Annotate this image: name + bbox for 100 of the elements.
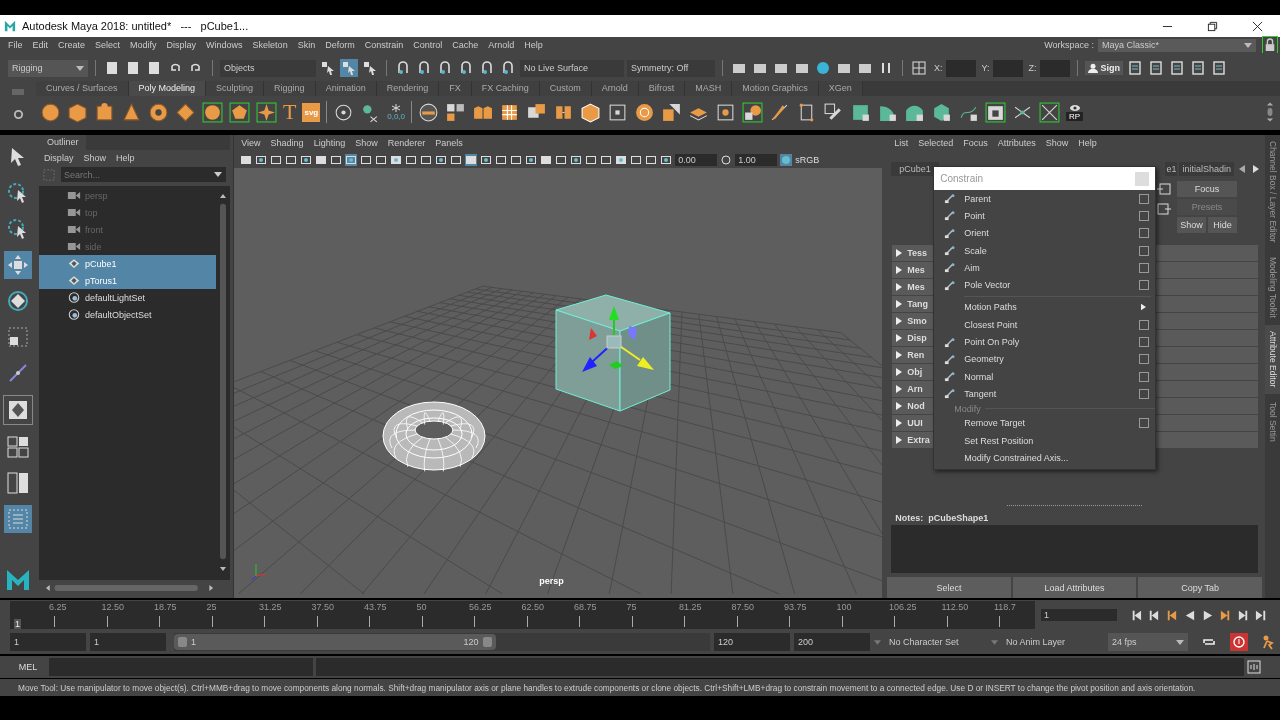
move-manipulator[interactable] bbox=[582, 306, 655, 372]
menu-item[interactable]: Show bbox=[350, 138, 383, 148]
outliner-layout-icon[interactable] bbox=[3, 505, 32, 533]
sphere-icon[interactable] bbox=[40, 101, 61, 123]
menu-item[interactable]: Modify Constrained Axis... bbox=[934, 449, 1156, 467]
option-box[interactable] bbox=[1139, 388, 1150, 399]
star-icon[interactable] bbox=[256, 101, 277, 123]
step-forward-key-icon[interactable] bbox=[1237, 608, 1250, 622]
search-field[interactable]: Search... bbox=[60, 167, 211, 182]
menu-item[interactable]: Display bbox=[38, 152, 79, 163]
playback-end-field[interactable]: 120 bbox=[714, 633, 790, 651]
end-time-field[interactable]: 200 bbox=[794, 633, 870, 651]
option-box[interactable] bbox=[1139, 210, 1150, 221]
command-language-label[interactable]: MEL bbox=[10, 662, 46, 672]
step-back-key-icon[interactable] bbox=[1147, 608, 1160, 622]
menu-item[interactable]: Tangent bbox=[934, 385, 1156, 403]
disc-icon[interactable] bbox=[202, 101, 223, 123]
menu-item[interactable]: Remove Target bbox=[934, 414, 1156, 432]
current-frame-marker[interactable]: 1 bbox=[14, 619, 21, 629]
tab-right-arrow-icon[interactable] bbox=[1253, 165, 1259, 173]
menu-item[interactable]: Point bbox=[934, 207, 1156, 225]
cross-icon[interactable] bbox=[1039, 101, 1061, 123]
outliner-item[interactable]: pTorus1 bbox=[38, 272, 217, 289]
option-box[interactable] bbox=[1139, 319, 1150, 330]
menu-item[interactable]: Aim bbox=[934, 259, 1156, 277]
shelf-tab[interactable]: Rendering bbox=[376, 81, 440, 96]
pattern-icon[interactable] bbox=[985, 101, 1007, 123]
menu-item[interactable]: Help bbox=[519, 40, 548, 50]
panel-button[interactable]: Hide bbox=[1208, 217, 1237, 233]
wheel-icon[interactable] bbox=[634, 101, 656, 123]
menu-item[interactable]: Motion Paths bbox=[934, 298, 1156, 317]
option-box[interactable] bbox=[1139, 262, 1150, 273]
symmetry-dropdown[interactable]: Symmetry: Off bbox=[627, 59, 715, 77]
time-slider[interactable]: 1 6.25 12.50 18.75 25 31.25 37.50 43.75 50 56.25 62.50 68.75 75 81.25 87.50 93.75 100 106.25 112.50 118.7 bbox=[10, 601, 1035, 629]
menu-item[interactable]: Focus bbox=[958, 138, 993, 148]
menu-item[interactable]: Closest Point bbox=[934, 316, 1156, 334]
selection-mode-dropdown[interactable]: Objects bbox=[220, 59, 316, 77]
gamma-icon[interactable] bbox=[720, 153, 733, 166]
auto-key-icon[interactable] bbox=[1230, 633, 1248, 651]
exposure-field[interactable]: 0.00 bbox=[675, 153, 718, 166]
shelf-tab[interactable]: Motion Graphics bbox=[732, 81, 819, 96]
option-box[interactable] bbox=[1139, 193, 1150, 204]
node-tab[interactable]: initialShadin bbox=[1179, 162, 1234, 176]
menu-item[interactable]: Control bbox=[408, 40, 448, 50]
bevel-icon[interactable] bbox=[661, 101, 683, 123]
color-management-icon[interactable] bbox=[780, 153, 793, 166]
menu-item[interactable]: Create bbox=[53, 40, 91, 50]
menu-item[interactable]: Point On Poly bbox=[934, 333, 1156, 351]
shelf-tab[interactable]: Custom bbox=[539, 81, 592, 96]
step-back-frame-icon[interactable] bbox=[1165, 608, 1178, 622]
command-input-field[interactable] bbox=[49, 658, 313, 676]
playback-start-field[interactable]: 1 bbox=[90, 633, 166, 651]
option-box[interactable] bbox=[1139, 280, 1150, 291]
type-tool-icon[interactable]: T bbox=[283, 101, 297, 123]
option-box[interactable] bbox=[1139, 354, 1150, 365]
menu-item[interactable]: Geometry bbox=[934, 350, 1156, 368]
torus-icon[interactable] bbox=[148, 101, 169, 123]
transform-mode-icon[interactable] bbox=[910, 59, 928, 77]
outliner-item[interactable]: defaultObjectSet bbox=[38, 306, 217, 323]
menu-item[interactable]: File bbox=[3, 40, 28, 50]
menu-item[interactable]: Edit bbox=[27, 40, 54, 50]
range-handle[interactable] bbox=[178, 637, 187, 647]
x-field[interactable] bbox=[945, 59, 976, 77]
panel-tab[interactable]: Outliner bbox=[38, 135, 87, 150]
menu-item[interactable]: Help bbox=[110, 152, 140, 163]
shelf-tab[interactable]: XGen bbox=[818, 81, 863, 96]
shelf-tab[interactable]: Arnold bbox=[591, 81, 639, 96]
shelf-tab[interactable]: Rigging bbox=[264, 81, 316, 96]
menu-item[interactable]: Show bbox=[1040, 138, 1074, 148]
hypershade-icon[interactable] bbox=[814, 59, 832, 77]
menu-set-dropdown[interactable]: Rigging bbox=[8, 59, 88, 77]
menu-item[interactable]: Orient bbox=[934, 224, 1156, 242]
cube-mesh[interactable] bbox=[555, 294, 671, 412]
step-forward-frame-icon[interactable] bbox=[1219, 608, 1232, 622]
live-surface-field[interactable]: No Live Surface bbox=[520, 59, 624, 77]
node-tab[interactable]: pCube1 bbox=[891, 162, 939, 176]
menu-item[interactable]: Constrain bbox=[359, 40, 409, 50]
platonic-icon[interactable] bbox=[229, 101, 250, 123]
torus-wireframe[interactable] bbox=[382, 401, 486, 472]
plane-icon[interactable] bbox=[175, 101, 196, 123]
outliner-item[interactable]: defaultLightSet bbox=[38, 289, 217, 306]
menu-item[interactable]: Help bbox=[1073, 138, 1102, 148]
current-frame-field[interactable]: 1 bbox=[1041, 609, 1117, 621]
combine-icon[interactable] bbox=[418, 101, 440, 123]
shelf-tab[interactable]: FX bbox=[439, 81, 472, 96]
menu-item[interactable]: Renderer bbox=[382, 138, 431, 148]
footer-button[interactable]: Select bbox=[887, 577, 1011, 598]
restore-icon[interactable] bbox=[1207, 20, 1218, 32]
shelf-tab[interactable]: MASH bbox=[685, 81, 733, 96]
menu-item[interactable]: List bbox=[889, 138, 914, 148]
reset-transform-button[interactable]: 0,0,0 bbox=[387, 103, 406, 121]
outliner-item[interactable]: pCube1 bbox=[38, 255, 217, 272]
menu-item[interactable]: Lighting bbox=[308, 138, 351, 148]
option-box[interactable] bbox=[1139, 245, 1150, 256]
cone-icon[interactable] bbox=[121, 101, 142, 123]
sign-in-button[interactable]: Sign bbox=[1084, 61, 1124, 75]
start-time-field[interactable]: 1 bbox=[10, 633, 86, 651]
menu-item[interactable]: Attributes bbox=[992, 138, 1041, 148]
side-tab[interactable]: Attribute Editor bbox=[1265, 325, 1280, 394]
settings-icon[interactable] bbox=[12, 109, 24, 120]
